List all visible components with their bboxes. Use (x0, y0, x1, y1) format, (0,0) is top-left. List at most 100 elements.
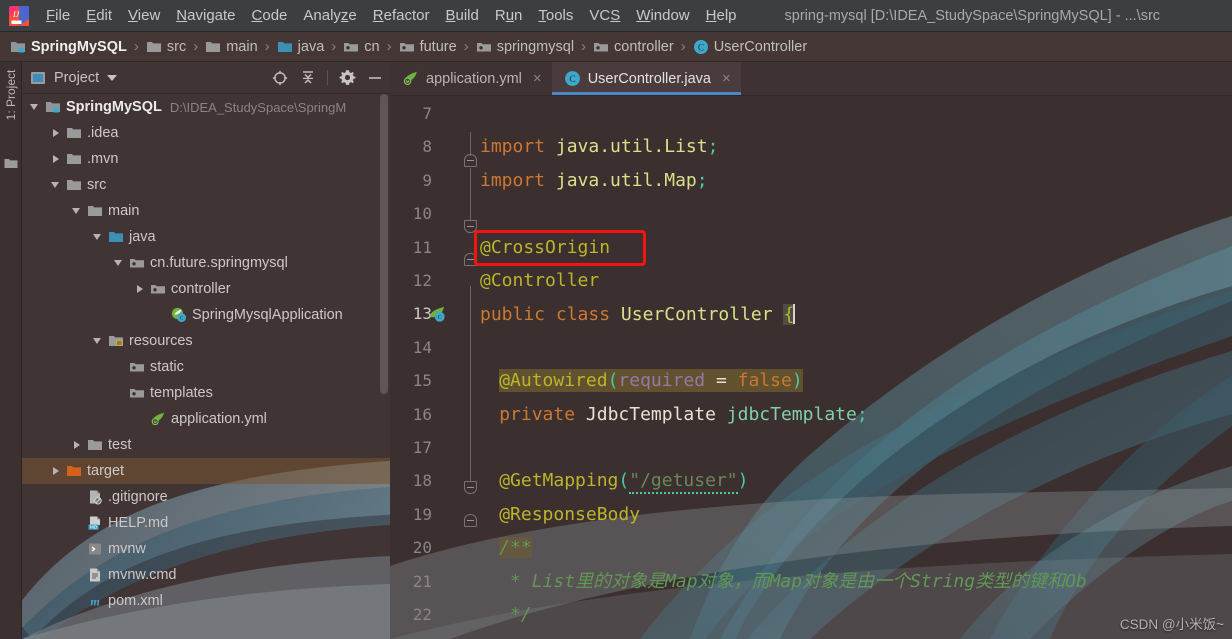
tree-item-pom-xml[interactable]: m pom.xml (22, 588, 390, 614)
tree-item-src[interactable]: src (22, 172, 390, 198)
code-token: java.util.List (555, 136, 708, 158)
tree-item-label: src (87, 177, 107, 193)
tree-item-mvnw-cmd[interactable]: mvnw.cmd (22, 562, 390, 588)
fold-marker-icon[interactable] (464, 253, 477, 266)
project-tree[interactable]: SpringMySQL D:\IDEA_StudySpace\SpringM .id… (22, 94, 390, 639)
fold-marker-icon[interactable] (464, 220, 477, 233)
spring-bean-icon[interactable]: C (428, 305, 446, 323)
breadcrumb-item-usercontroller[interactable]: C UserController (693, 39, 807, 55)
code-line[interactable]: import java.util.Map; (480, 169, 708, 191)
tree-item--mvn[interactable]: .mvn (22, 146, 390, 172)
breadcrumb-item-future[interactable]: future (399, 39, 457, 55)
folder-icon[interactable] (4, 156, 18, 174)
fold-marker-icon[interactable] (464, 481, 477, 494)
editor-tab-application-yml[interactable]: application.yml × (390, 62, 552, 95)
code-folding-column[interactable] (462, 96, 480, 639)
package-icon (129, 359, 145, 375)
tree-item-application-yml[interactable]: application.yml (22, 406, 390, 432)
menu-item-vcs[interactable]: VCS (581, 4, 628, 27)
menu-item-run[interactable]: Run (487, 4, 531, 27)
breadcrumb-separator: › (264, 38, 270, 55)
code-line[interactable]: @CrossOrigin (480, 237, 610, 258)
breadcrumb-item-springmysql[interactable]: SpringMySQL (10, 39, 127, 55)
minimize-icon[interactable] (366, 69, 384, 87)
code-line[interactable]: @GetMapping("/getuser") (480, 470, 749, 495)
tree-item-main[interactable]: main (22, 198, 390, 224)
tree-item-resources[interactable]: resources (22, 328, 390, 354)
code-token: ) (737, 470, 749, 492)
tree-item-mvnw[interactable]: mvnw (22, 536, 390, 562)
code-line[interactable]: private JdbcTemplate jdbcTemplate; (480, 403, 867, 425)
code-line[interactable]: * List里的对象是Map对象，而Map对象是由一个String类型的键和Ob (480, 571, 1087, 592)
tree-item--gitignore[interactable]: .gitignore (22, 484, 390, 510)
tree-toggle-expanded-icon[interactable] (91, 334, 105, 348)
code-token: java.util.Map (555, 169, 697, 191)
breadcrumb-separator: › (581, 38, 587, 55)
menu-item-refactor[interactable]: Refactor (365, 4, 438, 27)
menu-item-tools[interactable]: Tools (530, 4, 581, 27)
menu-item-code[interactable]: Code (244, 4, 296, 27)
chevron-down-icon[interactable] (107, 74, 118, 81)
breadcrumb-item-controller[interactable]: controller (593, 39, 674, 55)
code-token: ) (791, 370, 803, 392)
tree-toggle-collapsed-icon[interactable] (70, 438, 84, 452)
breadcrumb-item-src[interactable]: src (146, 39, 186, 55)
tree-item-target[interactable]: target (22, 458, 390, 484)
tree-item-springmysqlapplication[interactable]: C SpringMysqlApplication (22, 302, 390, 328)
tree-toggle-collapsed-icon[interactable] (133, 282, 147, 296)
close-icon[interactable]: × (722, 70, 731, 87)
code-line[interactable]: import java.util.List; (480, 137, 718, 157)
tree-toggle-expanded-icon[interactable] (28, 100, 42, 114)
tree-item-templates[interactable]: templates (22, 380, 390, 406)
breadcrumb-item-label: controller (614, 38, 674, 55)
tree-toggle-collapsed-icon[interactable] (49, 152, 63, 166)
menu-item-help[interactable]: Help (698, 4, 745, 27)
tree-toggle-expanded-icon[interactable] (70, 204, 84, 218)
menu-item-build[interactable]: Build (437, 4, 486, 27)
tree-toggle-expanded-icon[interactable] (91, 230, 105, 244)
breadcrumb-item-java[interactable]: java (277, 39, 324, 55)
close-icon[interactable]: × (533, 70, 542, 87)
code-line[interactable]: @Controller (480, 271, 599, 291)
tree-item-springmysql[interactable]: SpringMySQL D:\IDEA_StudySpace\SpringM (22, 94, 390, 120)
breadcrumb-item-springmysql[interactable]: springmysql (476, 39, 574, 55)
code-token: private (499, 403, 586, 425)
menu-item-view[interactable]: View (120, 4, 168, 27)
tree-toggle-collapsed-icon[interactable] (49, 464, 63, 478)
tree-toggle-expanded-icon[interactable] (112, 256, 126, 270)
tree-item-label: SpringMySQL (66, 99, 162, 115)
tree-item-help-md[interactable]: MD HELP.md (22, 510, 390, 536)
code-line[interactable]: @Autowired(required = false) (480, 369, 803, 393)
tree-toggle-expanded-icon[interactable] (49, 178, 63, 192)
fold-marker-icon[interactable] (464, 154, 477, 167)
locate-icon[interactable] (271, 69, 289, 87)
tree-toggle-collapsed-icon[interactable] (49, 126, 63, 140)
code-line[interactable]: */ (480, 605, 532, 625)
tree-item-label: resources (129, 333, 193, 349)
code-token: public (480, 304, 556, 326)
menu-item-analyze[interactable]: Analyze (295, 4, 364, 27)
menu-item-file[interactable]: File (38, 4, 78, 27)
code-line[interactable]: /** (480, 537, 532, 559)
breadcrumb-item-cn[interactable]: cn (343, 39, 380, 55)
code-line[interactable]: @ResponseBody (480, 504, 640, 525)
csdn-watermark: CSDN @小米饭~ (1119, 617, 1224, 632)
breadcrumb-item-main[interactable]: main (205, 39, 258, 55)
code-line[interactable]: public class UserController { (480, 304, 796, 326)
tree-item-test[interactable]: test (22, 432, 390, 458)
code-editor[interactable]: 7 8 9 10 11 12 13 C 14 15 16 17 18 19 20 21 22 import ja… (390, 96, 1232, 639)
menu-item-window[interactable]: Window (628, 4, 697, 27)
tree-item-static[interactable]: static (22, 354, 390, 380)
collapse-all-icon[interactable] (299, 69, 317, 87)
fold-marker-icon[interactable] (464, 514, 477, 527)
sidebar-tab-project[interactable]: 1: Project (0, 70, 22, 146)
tree-item-cn-future-springmysql[interactable]: cn.future.springmysql (22, 250, 390, 276)
editor-tab-usercontroller-java[interactable]: C UserController.java × (551, 62, 741, 95)
tree-item-java[interactable]: java (22, 224, 390, 250)
menu-item-navigate[interactable]: Navigate (168, 4, 243, 27)
tree-item-controller[interactable]: controller (22, 276, 390, 302)
code-content[interactable]: import java.util.List; import java.util.M… (480, 96, 1232, 639)
gear-icon[interactable] (338, 69, 356, 87)
menu-item-edit[interactable]: Edit (78, 4, 120, 27)
tree-item--idea[interactable]: .idea (22, 120, 390, 146)
